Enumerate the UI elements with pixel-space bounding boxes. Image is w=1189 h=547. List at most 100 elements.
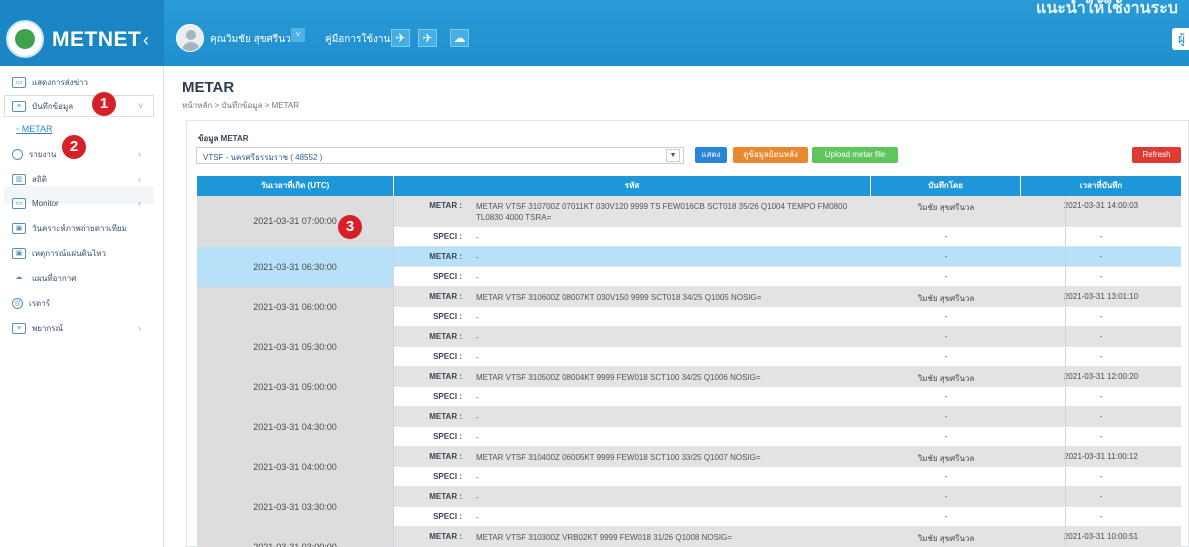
chevron-left-icon[interactable]: ‹ — [143, 30, 149, 51]
row-time: 2021-03-31 04:00:00 — [197, 447, 394, 487]
top-bar: METNET ‹ คุณวิมชัย สุขศรีนวล ˅ คู่มือการ… — [0, 0, 1189, 66]
divider — [1065, 467, 1066, 486]
divider — [1065, 507, 1066, 526]
table-row[interactable]: 2021-03-31 05:30:00 METAR : - - - SPECI : - - - — [197, 327, 1181, 367]
sidebar-item-radar[interactable]: ◎ เรดาร์ — [12, 294, 50, 312]
recorded-at: 2021-03-31 11:00:12 — [1064, 452, 1138, 461]
speci-code: - — [476, 273, 479, 282]
notice-text: แนะนำให้ใช้งานระบ — [1036, 0, 1178, 17]
upload-metar-button[interactable]: Upload metar file — [812, 147, 898, 163]
sidebar-subitem-metar[interactable]: ◦ METAR — [16, 124, 53, 134]
station-select[interactable]: VTSF - นครศรีธรรมราช ( 48552 ) ▼ — [196, 147, 684, 164]
show-button[interactable]: แสดง — [695, 147, 727, 163]
chevron-down-icon[interactable]: ˅ — [291, 28, 305, 42]
speci-line: SPECI : - - - — [394, 267, 1181, 287]
sidebar-item-stats[interactable]: ▥ สถิติ — [12, 170, 47, 188]
speci-code: - — [476, 433, 479, 442]
metar-code: - — [476, 413, 479, 422]
metar-label: METAR : — [429, 452, 462, 461]
recorded-by: วิมชัย สุขศรีนวล — [917, 203, 975, 212]
sidebar-item-label: แสดงการส่งข่าว — [32, 77, 89, 87]
breadcrumb[interactable]: หน้าหลัก > บันทึกข้อมูล > METAR — [182, 99, 299, 112]
table-header-time: วันเวลาที่เกิด (UTC) — [197, 176, 394, 196]
sidebar-item-forecast[interactable]: ≡ พยากรณ์ — [12, 319, 63, 337]
table-row[interactable]: 2021-03-31 04:00:00 METAR : METAR VTSF 310… — [197, 447, 1181, 487]
history-button[interactable]: ดูข้อมูลย้อนหลัง — [733, 147, 808, 163]
user-name[interactable]: คุณวิมชัย สุขศรีนวล — [210, 32, 297, 47]
speci-label: SPECI : — [433, 512, 462, 521]
speci-line: SPECI : - - - — [394, 427, 1181, 447]
table-header-recorded-by: บันทึกโดย — [871, 176, 1021, 196]
speci-recorded-by: - — [944, 232, 948, 241]
metar-line: METAR : METAR VTSF 310400Z 06005KT 9999 F… — [394, 447, 1181, 467]
speci-recorded-at: - — [1099, 232, 1103, 241]
speci-code: - — [476, 313, 479, 322]
speci-code: - — [476, 513, 479, 522]
table-row[interactable]: 2021-03-31 05:00:00 METAR : METAR VTSF 310… — [197, 367, 1181, 407]
caret-down-icon[interactable]: ▼ — [666, 149, 680, 162]
recorded-by: วิมชัย สุขศรีนวล — [917, 534, 975, 543]
manual-link[interactable]: คู่มือการใช้งาน — [325, 32, 390, 47]
divider — [1065, 196, 1066, 226]
speci-recorded-by: - — [944, 512, 948, 521]
plane-icon[interactable]: ✈ — [418, 29, 437, 47]
speci-line: SPECI : - - - — [394, 507, 1181, 527]
sidebar-item-report[interactable]: รายงาน — [12, 145, 56, 163]
divider — [1065, 227, 1066, 246]
chevron-right-icon[interactable]: › — [138, 174, 141, 184]
avatar[interactable] — [176, 24, 204, 52]
speci-line: SPECI : - - - — [394, 467, 1181, 487]
chevron-down-icon[interactable]: ˅ — [138, 101, 143, 111]
speci-recorded-at: - — [1099, 472, 1103, 481]
cloud-icon[interactable]: ☁ — [450, 29, 469, 47]
sidebar-item-earthquake[interactable]: ▣ เหตุการณ์แผ่นดินไหว — [12, 244, 106, 262]
recorded-at: 2021-03-31 12:00:20 — [1063, 372, 1139, 381]
speci-recorded-by: - — [944, 472, 948, 481]
station-select-value: VTSF - นครศรีธรรมราช ( 48552 ) — [203, 153, 323, 162]
divider — [1065, 307, 1066, 326]
chevron-right-icon[interactable]: › — [138, 323, 141, 333]
metar-line: METAR : - - - — [394, 247, 1181, 267]
recorded-by: วิมชัย สุขศรีนวล — [917, 374, 975, 383]
table-row[interactable]: 2021-03-31 06:30:00 METAR : - - - SPECI : - - - — [197, 247, 1181, 287]
recorded-at: - — [1099, 332, 1103, 341]
recorded-by: - — [944, 492, 948, 501]
divider — [1065, 427, 1066, 446]
top-right-button[interactable]: ผู้ — [1172, 28, 1189, 50]
divider — [1065, 267, 1066, 286]
speci-line: SPECI : - - - — [394, 227, 1181, 247]
table-row[interactable]: 2021-03-31 04:30:00 METAR : - - - SPECI : - - - — [197, 407, 1181, 447]
sidebar-item-label: รายงาน — [29, 149, 57, 159]
sidebar-item-monitor[interactable]: ▭ Monitor — [12, 194, 59, 212]
refresh-button[interactable]: Refresh — [1132, 147, 1181, 163]
sidebar-item-satellite[interactable]: ▣ วันคราะห์ภาพถ่ายดาวเทียม — [12, 219, 127, 237]
plane-icon[interactable]: ✈ — [391, 29, 410, 47]
metar-code: METAR VTSF 310700Z 07011KT 030V120 9999 … — [476, 202, 848, 222]
sidebar-item-label: บันทึกข้อมูล — [32, 101, 74, 111]
sidebar-item-weather-map[interactable]: ☁ แผนที่อากาศ — [12, 269, 77, 287]
table-row[interactable]: 2021-03-31 03:30:00 METAR : - - - SPECI : - - - — [197, 487, 1181, 527]
row-time: 2021-03-31 05:30:00 — [197, 327, 394, 367]
table-row[interactable]: 2021-03-31 06:00:00 METAR : METAR VTSF 310… — [197, 287, 1181, 327]
chevron-right-icon[interactable]: › — [138, 198, 141, 208]
row-time: 2021-03-31 06:00:00 — [197, 287, 394, 327]
recorded-at: 2021-03-31 13:01:10 — [1063, 292, 1139, 301]
speci-recorded-at: - — [1099, 352, 1103, 361]
sidebar-item-news[interactable]: ▭ แสดงการส่งข่าว — [12, 73, 88, 91]
row-time: 2021-03-31 05:00:00 — [197, 367, 394, 407]
recorded-by: วิมชัย สุขศรีนวล — [917, 454, 975, 463]
document-icon: ≡ — [12, 100, 26, 112]
speci-recorded-by: - — [944, 432, 948, 441]
sidebar-item-record[interactable]: ≡ บันทึกข้อมูล — [12, 97, 73, 115]
speci-code: - — [476, 233, 479, 242]
metar-label: METAR : — [429, 292, 462, 301]
sidebar-subitem-label: METAR — [21, 124, 53, 134]
metar-line: METAR : - - - — [394, 327, 1181, 347]
metar-label: METAR : — [429, 252, 462, 261]
chevron-right-icon[interactable]: › — [138, 149, 141, 159]
pie-chart-icon — [12, 148, 23, 160]
recorded-at: - — [1099, 412, 1103, 421]
recorded-at: 2021-03-31 10:00:51 — [1063, 532, 1139, 541]
metar-label: METAR : — [429, 492, 462, 501]
table-row[interactable]: 2021-03-31 03:00:00 METAR : METAR VTSF 310… — [197, 527, 1181, 547]
